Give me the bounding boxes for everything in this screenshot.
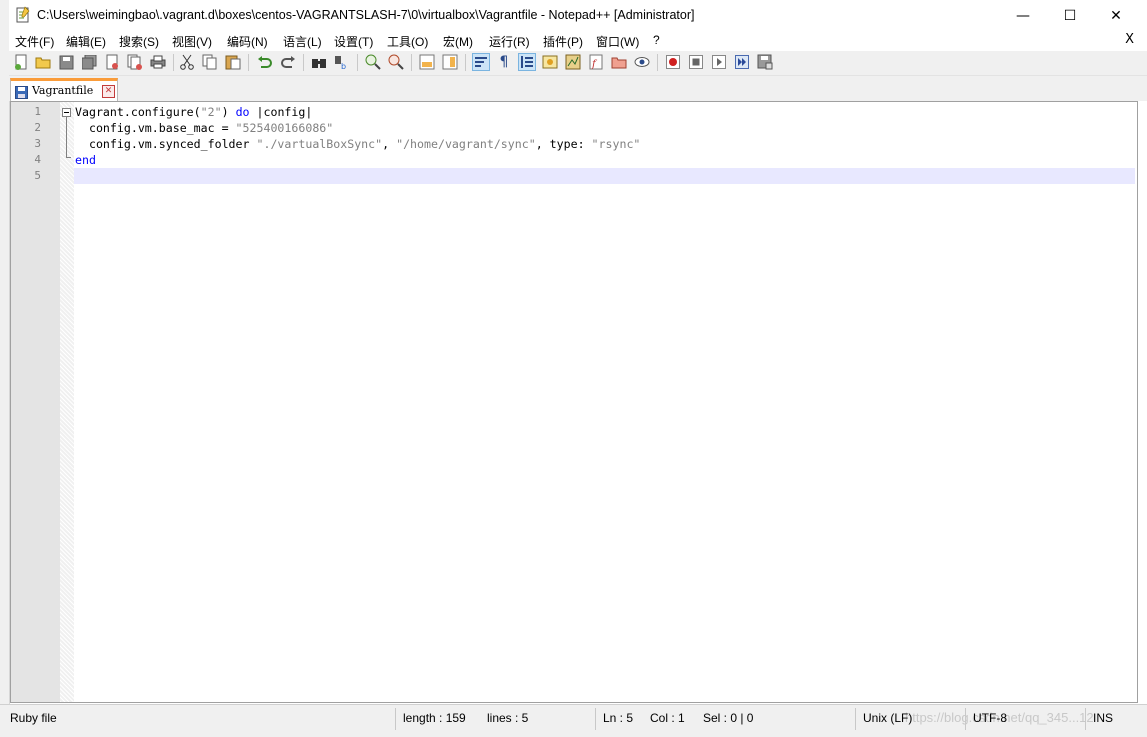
undo-icon[interactable] [257,54,273,70]
menu-file[interactable]: 文件(F) [15,33,54,50]
menu-bar: 文件(F) 编辑(E) 搜索(S) 视图(V) 编码(N) 语言(L) 设置(T… [9,31,1147,51]
toolbar: b ¶ f [9,51,1147,76]
menu-run[interactable]: 运行(R) [489,33,530,50]
user-defined-language-icon[interactable] [542,54,558,70]
svg-text:b: b [341,62,346,70]
print-icon[interactable] [150,54,166,70]
line-number: 2 [34,121,41,134]
close-file-icon[interactable] [104,54,120,70]
line-number: 1 [34,105,41,118]
new-file-icon[interactable] [13,54,29,70]
save-icon[interactable] [58,54,74,70]
maximize-button[interactable]: ☐ [1047,0,1093,31]
minimize-button[interactable]: — [1000,0,1046,31]
sync-horizontal-icon[interactable] [442,54,458,70]
status-insert-mode: INS [1093,711,1114,725]
title-bar: C:\Users\weimingbao\.vagrant.d\boxes\cen… [9,0,1147,31]
code-line: 5 [11,168,1137,184]
cut-icon[interactable] [179,54,195,70]
line-number: 4 [34,153,41,166]
play-macro-icon[interactable] [711,54,727,70]
menu-help[interactable]: ? [653,33,660,47]
copy-icon[interactable] [202,54,218,70]
maximize-icon: ☐ [1063,7,1077,24]
tab-close-icon[interactable]: ✕ [102,85,115,98]
status-eol[interactable]: Unix (LF) [863,711,912,725]
code-line: 3 config.vm.synced_folder "./vartualBoxS… [11,136,1137,152]
menu-view[interactable]: 视图(V) [172,33,212,50]
status-bar: Ruby file length : 159 lines : 5 Ln : 5 … [0,704,1147,737]
paste-icon[interactable] [225,54,241,70]
show-all-characters-icon[interactable]: ¶ [496,54,512,70]
monitoring-icon[interactable] [634,54,650,70]
word-wrap-icon[interactable] [472,53,490,71]
tab-vagrantfile[interactable]: Vagrantfile ✕ [10,78,118,101]
close-all-icon[interactable] [127,54,143,70]
code-text: config.vm.base_mac = "525400166086" [75,121,334,135]
open-file-icon[interactable] [35,54,51,70]
code-text: end [75,153,96,167]
menu-tools[interactable]: 工具(O) [387,33,428,50]
folder-workspace-icon[interactable] [611,54,627,70]
code-line: 4 end [11,152,1137,168]
status-lines: lines : 5 [487,711,529,725]
menu-plugins[interactable]: 插件(P) [543,33,583,50]
status-encoding[interactable]: UTF-8 [973,711,1007,725]
fold-toggle-icon[interactable] [62,108,71,117]
menu-search[interactable]: 搜索(S) [119,33,159,50]
record-macro-icon[interactable] [665,54,681,70]
save-all-icon[interactable] [81,54,97,70]
menu-macro[interactable]: 宏(M) [443,33,473,50]
line-number: 3 [34,137,41,150]
find-icon[interactable] [311,54,327,70]
code-text: Vagrant.configure("2") do |config| [75,105,313,119]
save-macro-icon[interactable] [757,54,773,70]
close-button[interactable]: ✕ [1093,0,1139,31]
code-text: config.vm.synced_folder "./vartualBoxSyn… [75,137,641,151]
replace-icon[interactable]: b [334,54,350,70]
run-macro-multiple-icon[interactable] [734,54,750,70]
notepad-plus-plus-icon [16,6,30,23]
function-list-icon[interactable]: f [588,54,604,70]
code-line: 2 config.vm.base_mac = "525400166086" [11,120,1137,136]
code-line: 1 Vagrant.configure("2") do |config| [11,104,1137,120]
line-number-gutter [11,102,60,702]
stop-macro-icon[interactable] [688,54,704,70]
zoom-out-icon[interactable] [388,54,404,70]
zoom-in-icon[interactable] [365,54,381,70]
line-number: 5 [34,169,41,182]
status-language: Ruby file [10,711,57,725]
menu-edit[interactable]: 编辑(E) [66,33,106,50]
menu-window[interactable]: 窗口(W) [596,33,639,50]
code-editor[interactable]: 1 Vagrant.configure("2") do |config| 2 c… [10,101,1138,703]
status-column: Col : 1 [650,711,685,725]
fold-margin [60,102,74,702]
status-line-number: Ln : 5 [603,711,634,725]
tab-label: Vagrantfile [32,84,94,97]
close-document-button[interactable]: X [1125,32,1134,47]
tab-bar: Vagrantfile ✕ [9,76,1147,101]
status-selection: Sel : 0 | 0 [703,711,754,725]
redo-icon[interactable] [280,54,296,70]
minimize-icon: — [1016,7,1030,24]
menu-language[interactable]: 语言(L) [283,33,322,50]
status-length: length : 159 [403,711,466,725]
indent-guide-icon[interactable] [518,53,536,71]
background-window-strip [0,0,10,736]
close-icon: ✕ [1110,7,1122,24]
document-map-icon[interactable] [565,54,581,70]
menu-encoding[interactable]: 编码(N) [227,33,268,50]
save-state-icon [15,86,28,99]
sync-vertical-icon[interactable] [419,54,435,70]
menu-settings[interactable]: 设置(T) [334,33,373,50]
window-title: C:\Users\weimingbao\.vagrant.d\boxes\cen… [37,8,695,22]
